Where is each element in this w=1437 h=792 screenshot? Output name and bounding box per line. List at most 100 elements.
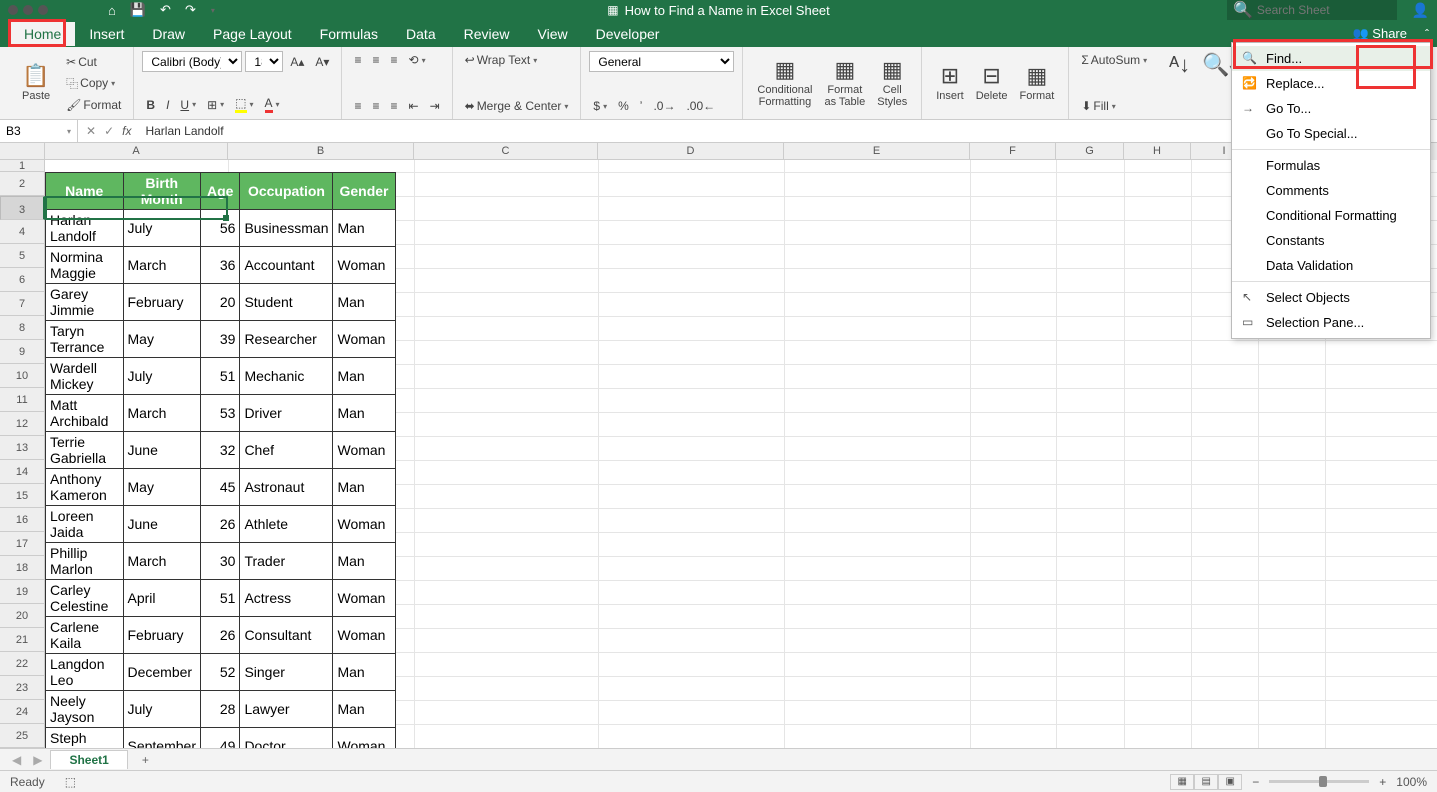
fx-icon[interactable]: fx <box>122 124 131 138</box>
cell[interactable]: Taryn Terrance <box>46 321 124 358</box>
table-row[interactable]: Taryn TerranceMay39ResearcherWoman <box>46 321 396 358</box>
fill-color-button[interactable]: ⬚▾ <box>231 94 257 115</box>
cell[interactable]: 20 <box>200 284 239 321</box>
row-header-21[interactable]: 21 <box>0 628 45 652</box>
cell[interactable]: Phillip Marlon <box>46 543 124 580</box>
col-header-D[interactable]: D <box>598 143 784 160</box>
page-layout-icon[interactable]: ▤ <box>1194 774 1218 790</box>
cell[interactable]: Singer <box>240 654 333 691</box>
zoom-in-button[interactable]: + <box>1379 775 1386 789</box>
tab-view[interactable]: View <box>524 22 582 46</box>
home-icon[interactable]: ⌂ <box>108 3 116 18</box>
col-header-H[interactable]: H <box>1124 143 1191 160</box>
cell[interactable]: Accountant <box>240 247 333 284</box>
row-header-13[interactable]: 13 <box>0 436 45 460</box>
cell[interactable]: Normina Maggie <box>46 247 124 284</box>
cell[interactable]: Anthony Kameron <box>46 469 124 506</box>
menu-item-go-to-special[interactable]: Go To Special... <box>1232 121 1430 146</box>
tab-formulas[interactable]: Formulas <box>306 22 392 46</box>
cell[interactable]: Chef <box>240 432 333 469</box>
sheet-nav-next[interactable]: ▶ <box>29 753 46 767</box>
format-cell-button[interactable]: ▦Format <box>1014 51 1061 115</box>
row-header-11[interactable]: 11 <box>0 388 45 412</box>
row-header-1[interactable]: 1 <box>0 160 45 172</box>
macro-record-icon[interactable]: ⬚ <box>65 775 76 789</box>
name-box[interactable]: B3▾ <box>0 120 78 142</box>
cell[interactable]: 51 <box>200 358 239 395</box>
cell[interactable]: Researcher <box>240 321 333 358</box>
number-format-select[interactable]: General <box>589 51 734 72</box>
conditional-formatting-button[interactable]: ▦Conditional Formatting <box>751 51 818 115</box>
orientation-button[interactable]: ⟲▾ <box>405 51 430 69</box>
cell[interactable]: Carlene Kaila <box>46 617 124 654</box>
zoom-level[interactable]: 100% <box>1396 775 1427 789</box>
enter-icon[interactable]: ✓ <box>104 124 114 138</box>
row-header-16[interactable]: 16 <box>0 508 45 532</box>
italic-button[interactable]: I <box>162 96 173 114</box>
table-row[interactable]: Langdon LeoDecember52SingerMan <box>46 654 396 691</box>
cell[interactable]: 51 <box>200 580 239 617</box>
cell[interactable]: February <box>123 617 200 654</box>
align-center-button[interactable]: ≡ <box>368 97 383 115</box>
min-dot[interactable] <box>23 5 33 15</box>
cell[interactable]: Woman <box>333 728 395 749</box>
cell[interactable]: December <box>123 654 200 691</box>
row-header-24[interactable]: 24 <box>0 700 45 724</box>
cell[interactable]: Man <box>333 654 395 691</box>
menu-item-find[interactable]: 🔍Find... <box>1232 46 1430 71</box>
table-row[interactable]: Loreen JaidaJune26AthleteWoman <box>46 506 396 543</box>
spreadsheet-grid[interactable]: ABCDEFGHIJ 12345678910111213141516171819… <box>0 143 1437 748</box>
menu-item-constants[interactable]: Constants <box>1232 228 1430 253</box>
row-header-25[interactable]: 25 <box>0 724 45 748</box>
header-gender[interactable]: Gender <box>333 173 395 210</box>
sheet-tab[interactable]: Sheet1 <box>50 750 127 769</box>
formula-text[interactable]: Harlan Landolf <box>139 124 223 138</box>
table-row[interactable]: Normina MaggieMarch36AccountantWoman <box>46 247 396 284</box>
max-dot[interactable] <box>38 5 48 15</box>
fill-button[interactable]: ⬇ Fill▾ <box>1077 97 1151 115</box>
table-row[interactable]: Steph AlisiaSeptember49DoctorWoman <box>46 728 396 749</box>
col-header-B[interactable]: B <box>228 143 414 160</box>
cell[interactable]: Actress <box>240 580 333 617</box>
cell[interactable]: March <box>123 543 200 580</box>
cell[interactable]: March <box>123 247 200 284</box>
increase-font-button[interactable]: A▴ <box>286 53 308 71</box>
cell[interactable]: Astronaut <box>240 469 333 506</box>
page-break-icon[interactable]: ▣ <box>1218 774 1242 790</box>
menu-item-select-objects[interactable]: ↖Select Objects <box>1232 285 1430 310</box>
cell[interactable]: 39 <box>200 321 239 358</box>
table-row[interactable]: Carley CelestineApril51ActressWoman <box>46 580 396 617</box>
tab-insert[interactable]: Insert <box>75 22 138 46</box>
cell[interactable]: 32 <box>200 432 239 469</box>
cell[interactable]: Harlan Landolf <box>46 210 124 247</box>
col-header-G[interactable]: G <box>1056 143 1124 160</box>
sort-filter-button[interactable]: ᴬ↓ <box>1163 51 1196 79</box>
cell[interactable]: Man <box>333 469 395 506</box>
tab-developer[interactable]: Developer <box>582 22 674 46</box>
table-row[interactable]: Carlene KailaFebruary26ConsultantWoman <box>46 617 396 654</box>
header-name[interactable]: Name <box>46 173 124 210</box>
row-header-23[interactable]: 23 <box>0 676 45 700</box>
tab-home[interactable]: Home <box>10 22 75 46</box>
row-header-17[interactable]: 17 <box>0 532 45 556</box>
cell[interactable]: Carley Celestine <box>46 580 124 617</box>
cell[interactable]: February <box>123 284 200 321</box>
table-row[interactable]: Harlan LandolfJuly56BusinessmanMan <box>46 210 396 247</box>
cell[interactable]: 56 <box>200 210 239 247</box>
row-header-8[interactable]: 8 <box>0 316 45 340</box>
cell[interactable]: 30 <box>200 543 239 580</box>
increase-indent-button[interactable]: ⇥ <box>426 97 444 115</box>
cell[interactable]: July <box>123 210 200 247</box>
view-buttons[interactable]: ▦ ▤ ▣ <box>1170 774 1242 790</box>
column-headers[interactable]: ABCDEFGHIJ <box>45 143 1437 160</box>
data-table[interactable]: NameBirth MonthAgeOccupationGenderHarlan… <box>45 172 396 748</box>
row-header-15[interactable]: 15 <box>0 484 45 508</box>
insert-cell-button[interactable]: ⊞Insert <box>930 51 970 115</box>
user-icon[interactable]: 👤 <box>1412 2 1429 19</box>
undo-icon[interactable]: ↶ <box>160 2 171 18</box>
sheet-nav-prev[interactable]: ◀ <box>8 753 25 767</box>
cell[interactable]: May <box>123 469 200 506</box>
cell[interactable]: 26 <box>200 617 239 654</box>
row-header-10[interactable]: 10 <box>0 364 45 388</box>
tab-page-layout[interactable]: Page Layout <box>199 22 306 46</box>
